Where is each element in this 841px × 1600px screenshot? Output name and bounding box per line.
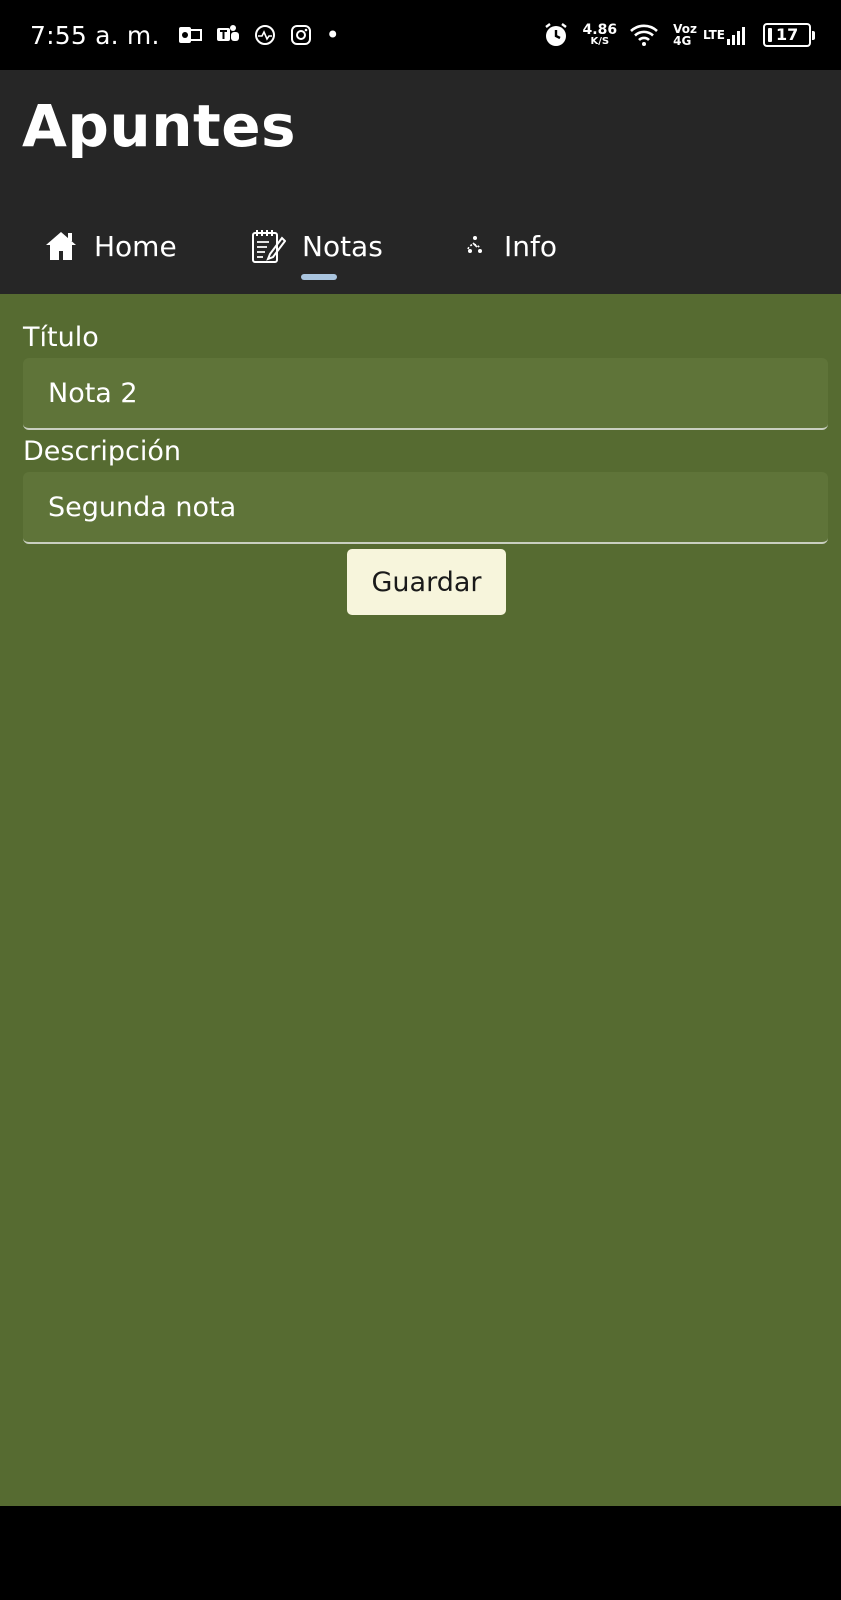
- lte-indicator: LTE: [703, 29, 725, 41]
- 4g-label: 4G: [673, 34, 692, 48]
- battery-icon: 17: [763, 23, 815, 47]
- wifi-icon: [629, 23, 659, 47]
- tab-info-label: Info: [504, 229, 557, 263]
- info-icon: [462, 233, 488, 259]
- activity-icon: [254, 24, 276, 46]
- notification-dot: •: [325, 21, 340, 49]
- teams-icon: [216, 24, 240, 46]
- selected-tab-indicator: [301, 274, 337, 280]
- status-time: 7:55 a. m.: [30, 20, 160, 50]
- instagram-icon: [290, 24, 312, 46]
- screen: 7:55 a. m. • 4.86 K/S Voz 4G LTE 17 Apun…: [0, 0, 841, 1600]
- app-title: Apuntes: [22, 92, 297, 160]
- status-bar: 7:55 a. m. • 4.86 K/S Voz 4G LTE 17: [0, 0, 841, 70]
- lte-label: LTE: [702, 28, 725, 42]
- signal-icon: [727, 25, 749, 45]
- tab-home[interactable]: Home: [44, 216, 177, 276]
- network-speed-value: 4.86: [582, 22, 618, 38]
- tab-notas-label: Notas: [302, 229, 383, 263]
- tab-info[interactable]: Info: [462, 216, 557, 276]
- tab-notas[interactable]: Notas: [250, 216, 383, 276]
- status-bar-left: 7:55 a. m. •: [30, 21, 340, 50]
- system-navigation-bar: [0, 1506, 841, 1600]
- status-bar-right: 4.86 K/S Voz 4G LTE 17: [543, 22, 815, 48]
- notepad-icon: [250, 228, 286, 264]
- title-label: Título: [23, 322, 99, 353]
- outlook-icon: [178, 25, 202, 45]
- description-input[interactable]: Segunda nota: [23, 472, 828, 544]
- network-speed-unit: K/S: [590, 36, 610, 47]
- battery-level: [768, 28, 772, 42]
- network-speed: 4.86 K/S: [583, 23, 618, 47]
- description-label: Descripción: [23, 436, 182, 467]
- title-input[interactable]: Nota 2: [23, 358, 828, 430]
- save-button[interactable]: Guardar: [347, 549, 506, 615]
- app-header: Apuntes Home Notas Info: [0, 70, 841, 294]
- notes-form: Título Nota 2 Descripción Segunda nota G…: [0, 294, 841, 1506]
- home-icon: [44, 229, 78, 263]
- tab-home-label: Home: [94, 229, 177, 263]
- voz-4g-indicator: Voz 4G: [673, 23, 697, 47]
- tab-bar: Home Notas Info: [0, 216, 841, 294]
- battery-percent: 17: [776, 25, 799, 44]
- alarm-icon: [543, 22, 569, 48]
